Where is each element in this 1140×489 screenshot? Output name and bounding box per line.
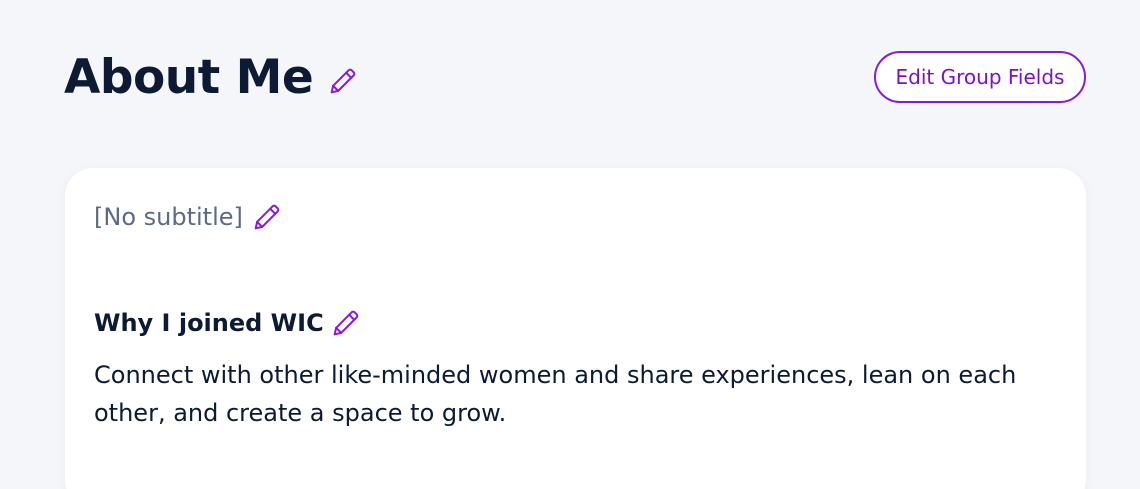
- page-header: About Me: [64, 46, 359, 110]
- edit-field-pencil-icon[interactable]: [330, 307, 362, 339]
- subtitle-row: [No subtitle]: [94, 201, 283, 233]
- field-heading-row: Why I joined WIC: [94, 307, 362, 339]
- field-heading: Why I joined WIC: [94, 309, 324, 337]
- field-body-text: Connect with other like-minded women and…: [94, 361, 1017, 427]
- about-me-card: [No subtitle] Why I joined WIC Connect w…: [65, 168, 1086, 489]
- edit-group-fields-button[interactable]: Edit Group Fields: [874, 51, 1086, 103]
- card-subtitle: [No subtitle]: [94, 203, 243, 231]
- page-title: About Me: [64, 50, 314, 105]
- edit-title-pencil-icon[interactable]: [327, 65, 359, 97]
- about-me-page: About Me Edit Group Fields [No subtitle]…: [0, 0, 1140, 489]
- edit-subtitle-pencil-icon[interactable]: [251, 201, 283, 233]
